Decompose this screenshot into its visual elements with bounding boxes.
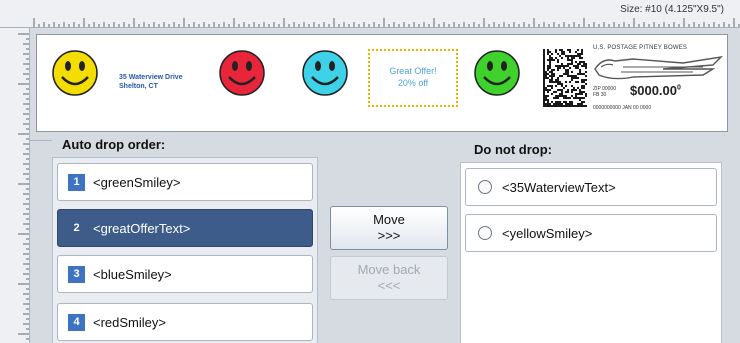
- move-back-button-label: Move back: [357, 262, 421, 277]
- do-not-drop-item[interactable]: <yellowSmiley>: [465, 214, 717, 252]
- do-not-drop-title: Do not drop:: [474, 142, 552, 157]
- do-not-drop-item[interactable]: <35WaterviewText>: [465, 168, 717, 206]
- postage-header: U.S. POSTAGE PITNEY BOWES: [593, 45, 688, 51]
- radio-button[interactable]: [478, 180, 492, 194]
- drop-order-label: <greenSmiley>: [93, 174, 181, 190]
- postage-amount-value: $000.00: [630, 83, 677, 98]
- address-text[interactable]: 35 Waterview Drive Shelton, CT: [119, 73, 183, 91]
- auto-drop-order-list[interactable]: 1 <greenSmiley> 2 <greatOfferText> 3 <bl…: [52, 157, 318, 343]
- address-line-1: 35 Waterview Drive: [119, 74, 183, 81]
- envelope-preview[interactable]: 35 Waterview Drive Shelton, CT Great Off…: [36, 34, 728, 132]
- divider: [30, 140, 52, 141]
- do-not-drop-label: <yellowSmiley>: [502, 225, 593, 241]
- envelope-size-label: Size: #10 (4.125"X9.5"): [618, 4, 726, 15]
- drop-order-item-selected[interactable]: 2 <greatOfferText>: [57, 209, 313, 247]
- auto-drop-order-title: Auto drop order:: [62, 137, 166, 152]
- move-button-label: Move: [373, 212, 405, 227]
- offer-line-1: Great Offer!: [389, 66, 437, 76]
- yellow-smiley-icon[interactable]: [51, 49, 99, 97]
- move-button-arrows: >>>: [377, 228, 401, 243]
- pitney-bowes-eagle-icon: [594, 55, 724, 80]
- drop-order-number: 3: [68, 265, 85, 283]
- drop-order-label: <redSmiley>: [93, 314, 166, 330]
- move-back-button-arrows: <<<: [377, 278, 401, 293]
- vertical-ruler: [0, 28, 30, 343]
- postage-indicia: U.S. POSTAGE PITNEY BOWES ZIP 00000 FB 3…: [593, 45, 725, 115]
- datamatrix-barcode-icon: [543, 49, 587, 107]
- do-not-drop-panel: Do not drop: <35WaterviewText> <yellowSm…: [460, 132, 722, 343]
- red-smiley-icon[interactable]: [218, 49, 266, 97]
- drop-order-number: 4: [68, 313, 85, 331]
- green-smiley-icon[interactable]: [473, 49, 521, 97]
- move-button[interactable]: Move >>>: [330, 206, 448, 250]
- drop-order-number: 2: [73, 221, 80, 234]
- do-not-drop-list[interactable]: <35WaterviewText> <yellowSmiley>: [460, 162, 722, 343]
- drop-order-item[interactable]: 3 <blueSmiley>: [57, 255, 313, 293]
- postage-zip: ZIP 00000 FB 30: [593, 86, 627, 98]
- address-line-2: Shelton, CT: [119, 83, 158, 90]
- blue-smiley-icon[interactable]: [301, 49, 349, 97]
- great-offer-text[interactable]: Great Offer! 20% off: [368, 49, 458, 107]
- postage-serial: 0000000000 JAN 00 0000: [593, 105, 652, 111]
- offer-line-2: 20% off: [397, 78, 429, 88]
- postage-amount-super: 0: [677, 84, 681, 92]
- do-not-drop-label: <35WaterviewText>: [502, 179, 616, 195]
- drop-order-label: <blueSmiley>: [93, 266, 172, 282]
- postage-zip-line-2: FB 30: [593, 92, 607, 98]
- move-back-button[interactable]: Move back <<<: [330, 256, 448, 300]
- radio-button[interactable]: [478, 226, 492, 240]
- drop-order-label: <greatOfferText>: [93, 220, 191, 236]
- auto-drop-order-panel: Auto drop order: 1 <greenSmiley> 2 <grea…: [52, 132, 318, 343]
- drop-order-item[interactable]: 4 <redSmiley>: [57, 303, 313, 341]
- drop-order-number: 1: [68, 173, 85, 191]
- horizontal-ruler: Size: #10 (4.125"X9.5"): [0, 0, 740, 28]
- vertical-ruler-ticks: [18, 33, 29, 340]
- drop-order-item[interactable]: 1 <greenSmiley>: [57, 163, 313, 201]
- postage-amount: $000.000: [630, 83, 681, 98]
